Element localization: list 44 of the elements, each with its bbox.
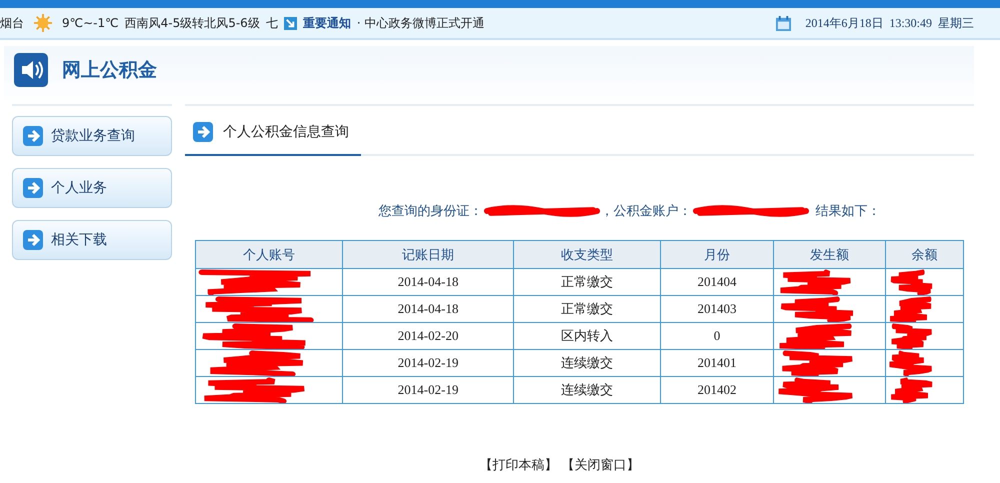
site-title: 网上公积金 [62,58,157,83]
sidebar-button[interactable]: 个人业务 [12,168,172,208]
table-cell: 2014-04-18 [398,301,458,316]
column-header: 个人账号 [196,240,343,268]
table-cell: 2014-02-19 [398,382,458,397]
table-cell: 201403 [698,301,737,316]
city-label: 烟台 [0,14,24,32]
notice-link[interactable]: 重要通知 [302,14,351,32]
time-text: 13:30:49 [889,16,932,30]
sidebar-button[interactable]: 相关下载 [12,220,172,260]
table-cell: 连续缴交 [561,382,614,397]
speaker-icon [14,53,48,87]
notice-text[interactable]: · 中心政务微博正式开通 [356,14,484,32]
footer-link[interactable]: 【打印本稿】 [480,456,558,474]
table-cell: 2014-04-18 [398,274,458,289]
query-label: 您查询的身份证： [378,203,482,220]
footer-link[interactable]: 【关闭窗口】 [562,456,640,474]
calendar-icon [776,16,792,30]
table-cell: 正常缴交 [561,274,614,289]
query-label: ，公积金账户： [600,203,692,220]
tab[interactable]: 个人公积金信息查询 [185,110,361,156]
table-cell: 201401 [698,355,737,370]
arrow-icon [284,16,297,30]
table-cell: 正常缴交 [561,301,614,316]
table-cell: 0 [714,328,720,343]
weekday-text: 星期三 [938,14,974,32]
column-header: 收支类型 [513,240,661,268]
date-text: 2014年6月18日 [805,14,884,32]
column-header: 余额 [886,240,964,268]
query-label: 结果如下： [816,203,880,220]
table-cell: 区内转入 [561,328,614,343]
table-cell: 2014-02-20 [398,328,458,343]
temperature-text: 9℃~-1℃ [62,16,119,30]
table-cell: 201402 [698,382,737,397]
column-header: 发生额 [773,240,886,268]
table-cell: 连续缴交 [561,355,614,370]
table-cell: 2014-02-19 [398,355,458,370]
column-header: 记账日期 [342,240,514,268]
wind-text: 西南风4-5级转北风5-6级 [124,14,260,32]
sun-icon [34,14,52,32]
wind-extra-text: 七 [266,14,278,32]
sidebar-button[interactable]: 贷款业务查询 [12,116,172,156]
column-header: 月份 [660,240,774,268]
table-cell: 201404 [698,274,737,289]
